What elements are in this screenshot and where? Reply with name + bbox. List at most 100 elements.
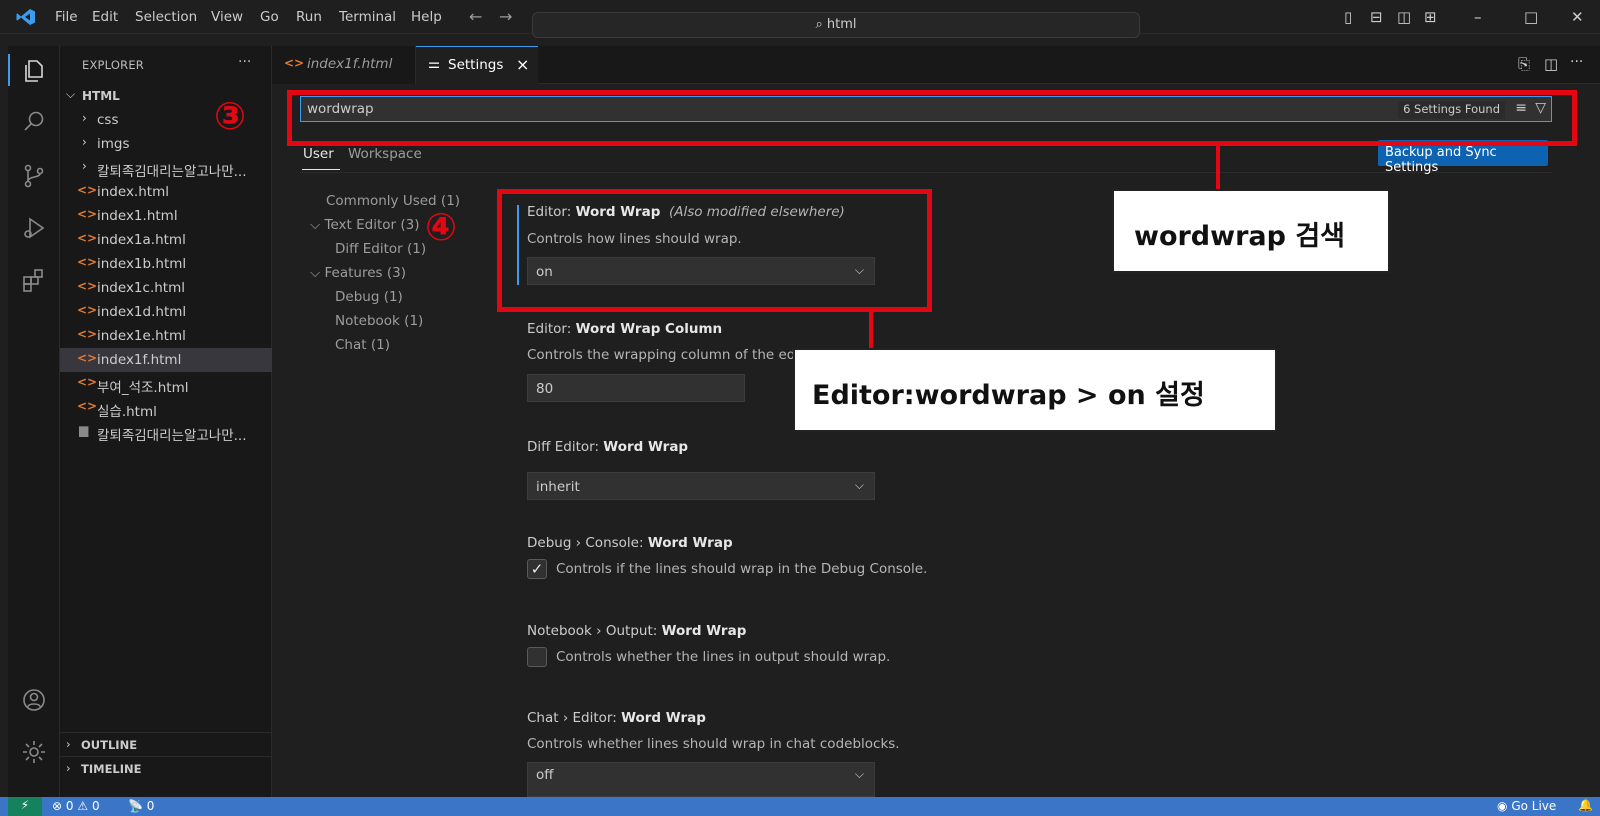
explorer-sidebar: EXPLORER ··· ⌵ HTML › css › imgs › 칼퇴족김대… [60, 46, 272, 797]
html-file-icon: <> [77, 279, 98, 293]
tree-file[interactable]: <> index1a.html [60, 228, 272, 252]
maximize-icon[interactable]: □ [1524, 8, 1538, 26]
toggle-primary-sidebar-icon[interactable]: ▯ [1344, 8, 1352, 26]
tree-file[interactable]: <> index1d.html [60, 300, 272, 324]
html-file-icon: <> [77, 231, 98, 245]
word-wrap-column-input[interactable]: 80 [527, 374, 745, 402]
annotation-marker-4: ④ [425, 205, 458, 249]
annotation-box-setting [497, 189, 932, 312]
chevron-right-icon: › [66, 761, 71, 775]
command-center[interactable]: ⌕ html [532, 12, 1140, 38]
tree-file[interactable]: <> 실습.html [60, 396, 272, 420]
tree-file[interactable]: <> index.html [60, 180, 272, 204]
title-bar: File Edit Selection View Go Run Terminal… [0, 0, 1600, 38]
html-file-icon: <> [77, 351, 98, 365]
close-tab-icon[interactable]: × [516, 55, 529, 74]
tab-index1f[interactable]: <> index1f.html [272, 46, 416, 84]
split-editor-icon[interactable]: ◫ [1544, 55, 1558, 73]
setting-description: Controls whether lines should wrap in ch… [527, 736, 900, 752]
broadcast-icon: ◉ [1497, 799, 1508, 813]
setting-title: Editor: Word Wrap Column [527, 321, 723, 337]
annotation-box-search [287, 90, 1577, 146]
chevron-down-icon: ⌵ [854, 478, 864, 492]
menu-selection[interactable]: Selection [135, 9, 197, 25]
annotation-callout-setting: Editor:wordwrap > on 설정 [793, 348, 1277, 432]
settings-editor: 6 Settings Found ≡ ▽ User Workspace Back… [272, 84, 1600, 797]
chevron-right-icon: › [82, 135, 87, 149]
tree-file[interactable]: <> index1b.html [60, 252, 272, 276]
menu-help[interactable]: Help [411, 9, 442, 25]
toc-item-notebook[interactable]: Notebook (1) [335, 313, 423, 329]
debug-word-wrap-checkbox[interactable]: ✓ [527, 559, 547, 579]
error-icon: ⊗ [52, 799, 63, 813]
chevron-right-icon: › [82, 111, 87, 125]
tree-file-selected[interactable]: <> index1f.html [60, 348, 272, 372]
more-actions-icon[interactable]: ··· [238, 54, 251, 70]
tree-file[interactable]: <> index1.html [60, 204, 272, 228]
setting-description: Controls the wrapping column of the ed [527, 347, 796, 363]
chevron-down-icon: ⌵ [310, 265, 325, 281]
open-settings-json-icon[interactable]: ⎘ [1518, 55, 1530, 73]
toggle-secondary-sidebar-icon[interactable]: ◫ [1397, 8, 1411, 26]
menu-view[interactable]: View [211, 9, 243, 25]
tab-workspace[interactable]: Workspace [348, 146, 422, 162]
account-icon[interactable] [20, 686, 48, 714]
tree-folder[interactable]: › 칼퇴족김대리는알고나만... [60, 156, 272, 180]
html-file-icon: <> [77, 375, 98, 389]
menu-terminal[interactable]: Terminal [339, 9, 396, 25]
chevron-down-icon: ⌵ [66, 87, 76, 101]
annotation-connector [869, 312, 873, 348]
html-file-icon: <> [77, 303, 98, 317]
menu-file[interactable]: File [55, 9, 78, 25]
annotation-marker-3: ③ [214, 94, 247, 138]
tree-file[interactable]: ▆ 칼퇴족김대리는알고나만... [60, 420, 272, 444]
remote-indicator-icon[interactable]: ⚡ [8, 797, 42, 816]
tab-user[interactable]: User [303, 146, 334, 162]
manage-gear-icon[interactable] [20, 738, 48, 766]
chat-word-wrap-select[interactable]: off ⌵ [527, 762, 875, 797]
search-icon[interactable] [20, 108, 48, 136]
broadcast-icon: 📡 [128, 799, 143, 813]
menu-go[interactable]: Go [260, 9, 279, 25]
close-window-icon[interactable]: ✕ [1571, 8, 1584, 26]
minimize-icon[interactable]: – [1474, 8, 1482, 26]
setting-title: Diff Editor: Word Wrap [527, 439, 689, 455]
ports-indicator[interactable]: 📡 0 [128, 799, 154, 813]
annotation-connector [1216, 146, 1220, 190]
toc-item-debug[interactable]: Debug (1) [335, 289, 403, 305]
problems-indicator[interactable]: ⊗ 0 ⚠ 0 [52, 799, 100, 813]
editor-tabs: <> index1f.html ⚌ Settings × ⎘ ◫ ··· [272, 46, 1600, 84]
toc-item-chat[interactable]: Chat (1) [335, 337, 390, 353]
source-control-icon[interactable] [20, 162, 48, 190]
more-actions-icon[interactable]: ··· [1570, 54, 1583, 70]
menu-run[interactable]: Run [296, 9, 322, 25]
tree-file[interactable]: <> 부여_석조.html [60, 372, 272, 396]
tree-file[interactable]: <> index1e.html [60, 324, 272, 348]
arrow-right-icon[interactable]: → [499, 7, 512, 26]
arrow-left-icon[interactable]: ← [469, 7, 482, 26]
run-debug-icon[interactable] [20, 214, 48, 242]
status-bar: ⚡ ⊗ 0 ⚠ 0 📡 0 ◉ Go Live 🔔 [0, 797, 1600, 816]
timeline-section[interactable]: › TIMELINE [60, 756, 272, 780]
setting-description: Controls if the lines should wrap in the… [556, 561, 928, 577]
explorer-icon[interactable] [20, 56, 48, 84]
notebook-word-wrap-checkbox[interactable] [527, 647, 547, 667]
html-file-icon: <> [77, 183, 98, 197]
toc-item-diff-editor[interactable]: Diff Editor (1) [335, 241, 426, 257]
document-file-icon: ▆ [79, 423, 89, 437]
outline-section[interactable]: › OUTLINE [60, 732, 272, 756]
diff-word-wrap-select[interactable]: inherit ⌵ [527, 472, 875, 500]
toc-item-features[interactable]: ⌵ Features (3) [310, 265, 406, 281]
setting-title: Debug › Console: Word Wrap [527, 535, 733, 551]
menu-edit[interactable]: Edit [92, 9, 118, 25]
toc-item-text-editor[interactable]: ⌵ Text Editor (3) [310, 217, 420, 233]
tab-settings[interactable]: ⚌ Settings × [416, 46, 538, 84]
setting-title: Notebook › Output: Word Wrap [527, 623, 747, 639]
customize-layout-icon[interactable]: ⊞ [1424, 8, 1437, 26]
toggle-panel-icon[interactable]: ⊟ [1370, 8, 1383, 26]
command-center-label: html [826, 17, 857, 32]
notifications-bell-icon[interactable]: 🔔 [1578, 798, 1593, 812]
extensions-icon[interactable] [20, 266, 48, 294]
go-live-button[interactable]: ◉ Go Live [1497, 799, 1556, 813]
tree-file[interactable]: <> index1c.html [60, 276, 272, 300]
